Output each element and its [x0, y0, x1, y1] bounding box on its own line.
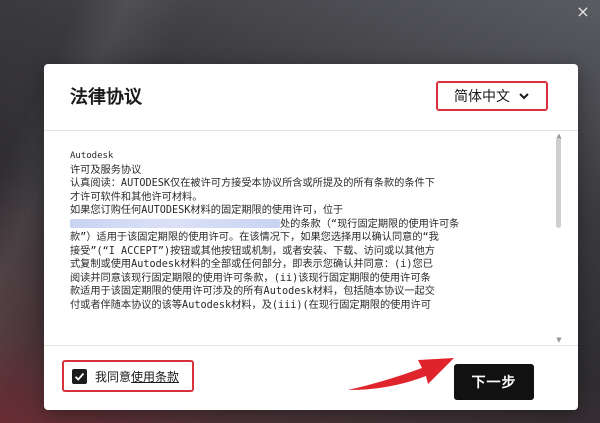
agreement-line: 如果您订购任何AUTODESK材料的固定期限的使用许可，位于 [70, 205, 344, 216]
terms-of-use-link[interactable]: 使用条款 [131, 370, 179, 384]
agreement-line: 认真阅读：AUTODESK仅在被许可方接受本协议所含或所提及的所有条款的条件下 [70, 178, 435, 189]
checkmark-icon [74, 372, 85, 381]
language-select-value: 简体中文 [454, 89, 510, 105]
agreement-line: 阅读并同意该现行固定期限的使用许可条款，(ii)该现行固定期限的使用许可条 [70, 272, 431, 284]
agreement-line: 才许可软件和其他许可材料。 [70, 191, 203, 203]
window-close-icon[interactable]: × [574, 3, 592, 21]
agree-checkbox[interactable] [72, 368, 87, 384]
language-select[interactable]: 简体中文 [436, 81, 548, 111]
agreement-line: 许可及服务协议 [70, 164, 142, 176]
legal-agreement-dialog: 法律协议 简体中文 Autodesk 许可及服务协议 认真阅读：AUTODESK… [44, 64, 578, 410]
scrollbar-thumb[interactable] [556, 138, 561, 228]
agreement-line: 处的条款（“现行固定期限的使用许可条 [70, 218, 546, 232]
redacted-url [70, 219, 280, 228]
agreement-scrollbar[interactable]: ▲ ▼ [555, 132, 563, 344]
header-divider [44, 130, 578, 131]
chevron-down-icon [519, 93, 529, 100]
agreement-line: 接受”(“I ACCEPT”)按钮或其他按钮或机制，或者安装、下载、访问或以其他… [70, 245, 435, 257]
scroll-down-icon[interactable]: ▼ [555, 336, 563, 344]
agree-terms-checkbox-group[interactable]: 我同意使用条款 [62, 360, 194, 392]
agreement-line: 付或者伴随本协议的该等Autodesk材料，及(iii)(在现行固定期限的使用许… [70, 299, 431, 311]
agreement-line-text: 处的条款（“现行固定期限的使用许可条 [280, 218, 460, 230]
agree-label: 我同意使用条款 [95, 368, 179, 385]
agree-label-prefix: 我同意 [95, 369, 132, 384]
footer-divider [44, 345, 578, 346]
dialog-title: 法律协议 [70, 87, 142, 108]
next-button[interactable]: 下一步 [454, 364, 534, 400]
agreement-line: Autodesk [70, 151, 114, 161]
agreement-text-area[interactable]: Autodesk 许可及服务协议 认真阅读：AUTODESK仅在被许可方接受本协… [70, 150, 546, 340]
agreement-line: 款”）适用于该固定期限的使用许可。在该情况下，如果您选择用以确认同意的“我 [70, 232, 439, 243]
agreement-line: 款适用于该固定期限的使用许可涉及的所有Autodesk材料，包括随本协议一起交 [70, 286, 435, 297]
agreement-line: 式复制或使用Autodesk材料的全部或任何部分，即表示您确认并同意：(i)您已 [70, 259, 433, 270]
